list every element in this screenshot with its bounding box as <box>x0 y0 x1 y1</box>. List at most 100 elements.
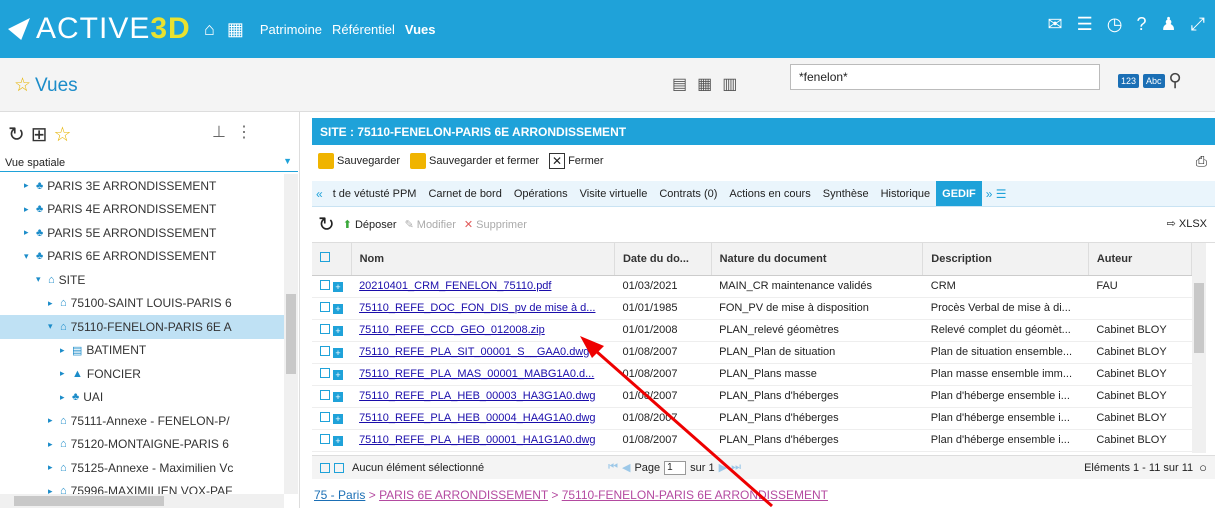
tree-expander-icon[interactable]: ▸ <box>24 204 36 215</box>
tree-node[interactable]: ▸ ♣ PARIS 5E ARRONDISSEMENT <box>0 221 284 245</box>
expand-row-icon[interactable]: + <box>333 391 344 402</box>
nav-patrimoine[interactable]: Patrimoine <box>260 22 322 37</box>
text-search-toggle[interactable]: Abc <box>1143 73 1165 88</box>
mail-notification-icon[interactable]: ✉ <box>1047 14 1062 35</box>
refresh-icon[interactable]: ↻ <box>8 122 25 147</box>
table-vertical-scrollbar[interactable] <box>1192 243 1206 453</box>
tree-node[interactable]: ▸ ♣ PARIS 3E ARRONDISSEMENT <box>0 174 284 198</box>
scroll-thumb[interactable] <box>286 294 296 374</box>
delete-button[interactable]: ✕ Supprimer <box>464 218 527 232</box>
tree-node[interactable]: ▸ ▤ BATIMENT <box>0 339 284 363</box>
tree-node[interactable]: ▸ ▲ FONCIER <box>0 362 284 386</box>
row-select-cell[interactable]: + <box>312 407 352 430</box>
expand-row-icon[interactable]: + <box>333 281 344 292</box>
save-close-button[interactable]: Sauvegarder et fermer <box>410 153 539 169</box>
tree-view-icon[interactable]: ▤ <box>672 74 687 94</box>
expand-icon[interactable]: ⤢ <box>1191 14 1205 35</box>
tree-node[interactable]: ▸ ⌂ 75111-Annexe - FENELON-P/ <box>0 409 284 433</box>
user-icon[interactable]: ♟ <box>1160 14 1176 35</box>
tree-vertical-scrollbar[interactable] <box>284 174 298 494</box>
save-button[interactable]: Sauvegarder <box>318 153 400 169</box>
expand-row-icon[interactable]: + <box>333 369 344 380</box>
tree-node[interactable]: ▸ ⌂ 75120-MONTAIGNE-PARIS 6 <box>0 433 284 457</box>
tree-expander-icon[interactable]: ▸ <box>60 368 72 379</box>
row-select-cell[interactable]: + <box>312 341 352 364</box>
favorite-icon[interactable]: ☆ <box>54 122 72 147</box>
checkbox[interactable] <box>320 301 330 312</box>
numeric-search-toggle[interactable]: 123 <box>1118 73 1140 88</box>
checkbox[interactable] <box>320 462 330 473</box>
deposit-button[interactable]: ⬆ Déposer <box>343 218 397 232</box>
hierarchy-icon[interactable]: ⊥ <box>212 122 226 142</box>
tabs-scroll-right-icon[interactable]: » ☰ <box>982 187 1011 201</box>
checkbox[interactable] <box>320 279 330 290</box>
row-select-cell[interactable]: + <box>312 429 352 452</box>
close-button[interactable]: ✕ Fermer <box>549 153 604 169</box>
scroll-thumb[interactable] <box>14 496 164 506</box>
checkbox[interactable] <box>320 389 330 400</box>
tree-node[interactable]: ▸ ⌂ 75996-MAXIMILIEN VOX-PAF <box>0 480 284 494</box>
help-icon[interactable]: ? <box>1136 14 1146 35</box>
tab-contrats[interactable]: Contrats (0) <box>653 188 723 200</box>
tree-expander-icon[interactable]: ▸ <box>60 392 72 403</box>
tree-expander-icon[interactable]: ▸ <box>48 462 60 473</box>
tree-expander-icon[interactable]: ▸ <box>48 486 60 494</box>
checkbox[interactable] <box>320 323 330 334</box>
home-icon[interactable]: ⌂ <box>204 19 215 40</box>
nav-referentiel[interactable]: Référentiel <box>332 22 395 37</box>
tree-node[interactable]: ▸ ⌂ 75125-Annexe - Maximilien Vc <box>0 456 284 480</box>
row-select-cell[interactable]: + <box>312 385 352 408</box>
tab-gedif[interactable]: GEDIF <box>936 181 982 206</box>
building-view-icon[interactable]: ▥ <box>722 74 737 94</box>
expand-row-icon[interactable]: + <box>333 347 344 358</box>
tab-operations[interactable]: Opérations <box>508 188 574 200</box>
row-select-cell[interactable]: + <box>312 297 352 320</box>
tree-expander-icon[interactable]: ▾ <box>36 274 48 285</box>
tree-node[interactable]: ▸ ♣ UAI <box>0 386 284 410</box>
tree-expander-icon[interactable]: ▸ <box>48 415 60 426</box>
nav-vues[interactable]: Vues <box>405 22 436 37</box>
tabs-scroll-left-icon[interactable]: « <box>312 187 327 201</box>
tree-expander-icon[interactable]: ▸ <box>48 439 60 450</box>
tab-historique[interactable]: Historique <box>875 188 937 200</box>
tree-expander-icon[interactable]: ▸ <box>24 227 36 238</box>
checkbox[interactable] <box>320 345 330 356</box>
view-select[interactable]: Vue spatiale ▼ <box>0 152 298 172</box>
refresh-icon[interactable]: ↻ <box>318 212 335 237</box>
row-select-cell[interactable]: + <box>312 363 352 386</box>
chevron-down-icon[interactable]: ▼ <box>283 156 292 166</box>
column-header-date[interactable]: Date du do... <box>614 243 712 276</box>
column-header-nom[interactable]: Nom <box>351 243 615 276</box>
checkbox[interactable] <box>320 252 330 263</box>
more-options-icon[interactable]: ⋮ <box>236 122 252 142</box>
tab-visite[interactable]: Visite virtuelle <box>574 188 654 200</box>
row-select-cell[interactable]: + <box>312 275 352 298</box>
app-logo[interactable]: ACTIVE3D <box>8 12 198 46</box>
tree-node[interactable]: ▾ ⌂ 75110-FENELON-PARIS 6E A <box>0 315 284 339</box>
tree-horizontal-scrollbar[interactable] <box>0 494 284 508</box>
scroll-thumb[interactable] <box>1194 283 1204 353</box>
history-icon[interactable]: ◷ <box>1107 14 1123 35</box>
tab-synthese[interactable]: Synthèse <box>817 188 875 200</box>
breadcrumb-level1[interactable]: PARIS 6E ARRONDISSEMENT <box>379 488 548 502</box>
expand-row-icon[interactable]: + <box>333 413 344 424</box>
tree-node[interactable]: ▸ ⌂ 75100-SAINT LOUIS-PARIS 6 <box>0 292 284 316</box>
list-icon[interactable]: ☰ <box>1077 14 1093 35</box>
search-input[interactable]: *fenelon* <box>790 64 1100 90</box>
row-select-cell[interactable]: + <box>312 319 352 342</box>
tree-expander-icon[interactable]: ▸ <box>48 298 60 309</box>
checkbox[interactable] <box>320 433 330 444</box>
expand-row-icon[interactable]: + <box>333 303 344 314</box>
tree-expander-icon[interactable]: ▸ <box>24 180 36 191</box>
checkbox[interactable] <box>320 367 330 378</box>
select-all-header[interactable] <box>312 243 352 276</box>
favorite-star-icon[interactable]: ☆ <box>14 75 31 96</box>
checkbox[interactable] <box>334 462 344 473</box>
tree-node[interactable]: ▾ ♣ PARIS 6E ARRONDISSEMENT <box>0 245 284 269</box>
tab-carnet[interactable]: Carnet de bord <box>422 188 507 200</box>
file-name[interactable]: 20210401_CRM_FENELON_75110.pdf <box>351 275 615 298</box>
table-view-icon[interactable]: ▦ <box>697 74 712 94</box>
breadcrumb-root[interactable]: 75 - Paris <box>314 488 365 502</box>
export-xlsx-button[interactable]: ⇨ XLSX <box>1167 217 1207 231</box>
tree-node[interactable]: ▾ ⌂ SITE <box>0 268 284 292</box>
